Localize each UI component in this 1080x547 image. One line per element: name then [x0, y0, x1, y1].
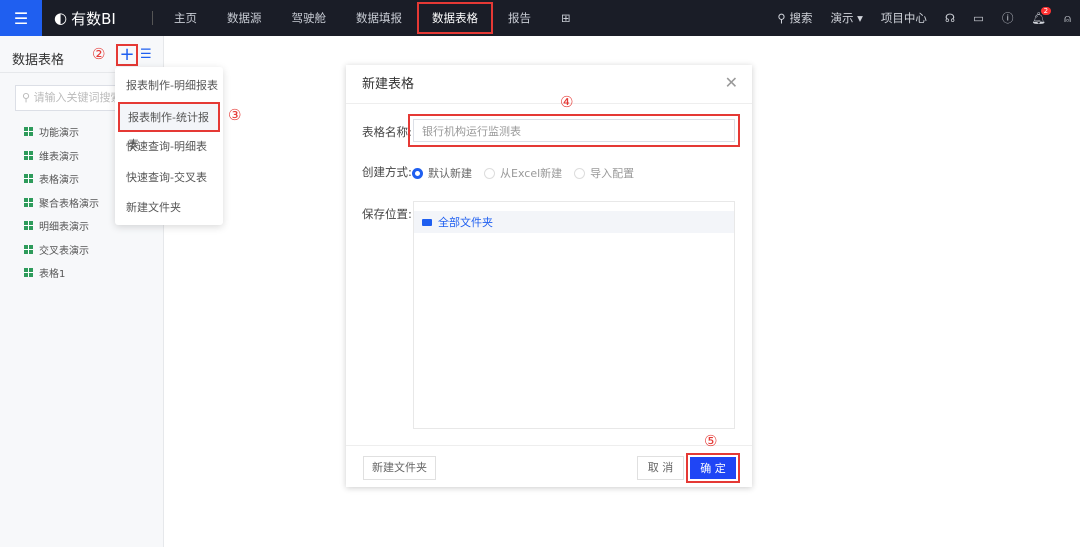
close-icon[interactable]: ✕	[725, 73, 738, 92]
menu-item-quick-cross[interactable]: 快速查询-交叉表	[115, 163, 223, 194]
dialog-title: 新建表格	[346, 65, 752, 104]
list-item[interactable]: 明细表演示	[24, 214, 99, 238]
list-item[interactable]: 交叉表演示	[24, 238, 99, 262]
notification-badge: 2	[1040, 7, 1052, 15]
workspace-label: 演示	[830, 11, 854, 25]
search-label: 搜索	[789, 11, 813, 25]
new-table-dialog: 新建表格 ✕ ④ 表格名称: 创建方式: 默认新建 从Excel新建 导入配置 …	[346, 65, 752, 487]
ok-button[interactable]: 确 定	[690, 457, 736, 479]
radio-circle	[412, 167, 423, 179]
add-button[interactable]: +	[116, 44, 138, 66]
radio-circle	[574, 167, 586, 179]
new-folder-button[interactable]: 新建文件夹	[363, 456, 436, 480]
help-icon[interactable]: ⓘ	[1002, 10, 1014, 26]
radio-circle	[484, 167, 495, 179]
table-icon	[24, 127, 33, 137]
menu-item-detail-report[interactable]: 报表制作-明细报表	[115, 71, 223, 102]
nav-data-table[interactable]: 数据表格	[417, 2, 493, 34]
table-list: 功能演示 维表演示 表格演示 聚合表格演示 明细表演示 交叉表演示 表格1	[24, 120, 99, 285]
tablet-icon[interactable]: ▭	[973, 11, 984, 25]
radio-label: 导入配置	[590, 167, 635, 180]
menu-item-quick-detail[interactable]: 快速查询-明细表	[115, 132, 223, 163]
annotation-5: ⑤	[704, 432, 718, 450]
item-label: 聚合表格演示	[39, 198, 99, 210]
item-label: 功能演示	[39, 128, 79, 140]
table-icon	[24, 221, 33, 231]
name-field-highlight	[408, 114, 740, 147]
logo-text: 有数BI	[71, 9, 116, 28]
folder-label: 全部文件夹	[438, 216, 493, 229]
nav-data-entry[interactable]: 数据填报	[341, 0, 417, 36]
list-item[interactable]: 维表演示	[24, 144, 99, 168]
list-item[interactable]: 表格1	[24, 261, 99, 285]
project-center-link[interactable]: 项目中心	[881, 10, 927, 26]
nav-home[interactable]: 主页	[159, 0, 212, 36]
radio-import[interactable]: 导入配置	[574, 165, 634, 181]
search-button[interactable]: ⚲ 搜索	[777, 10, 812, 26]
menu-item-stat-report[interactable]: 报表制作-统计报表	[118, 101, 220, 151]
list-item[interactable]: 功能演示	[24, 120, 99, 144]
annotation-2: ②	[92, 45, 106, 63]
table-icon	[24, 197, 33, 207]
nav-add-icon[interactable]: ⊞	[546, 0, 586, 36]
ok-highlight: 确 定	[686, 453, 740, 483]
radio-default[interactable]: 默认新建	[412, 165, 472, 181]
create-dropdown: 报表制作-明细报表 报表制作-统计报表 快速查询-明细表 快速查询-交叉表 新建…	[115, 67, 223, 225]
sidebar-title: 数据表格	[12, 53, 65, 68]
annotation-4: ④	[560, 93, 574, 111]
user-icon[interactable]: ⍝	[1064, 11, 1071, 26]
logo-icon: ◐	[54, 9, 68, 27]
cancel-button[interactable]: 取 消	[637, 456, 684, 480]
name-label: 表格名称:	[362, 125, 412, 139]
list-item[interactable]: 表格演示	[24, 167, 99, 191]
folder-tree: 全部文件夹	[413, 201, 735, 429]
radio-label: 从Excel新建	[500, 167, 563, 180]
sort-icon[interactable]: ☰	[140, 47, 152, 62]
bell-icon[interactable]: 🔔︎ 2	[1031, 7, 1052, 25]
folder-item[interactable]: 全部文件夹	[414, 211, 734, 233]
menu-icon[interactable]: ☰	[0, 0, 42, 36]
method-radio-group: 默认新建 从Excel新建 导入配置	[412, 165, 634, 181]
item-label: 表格演示	[39, 175, 79, 187]
main-nav: 主页 数据源 驾驶舱 数据填报 数据表格 报告 ⊞	[159, 0, 586, 36]
annotation-3: ③	[228, 106, 242, 124]
top-bar: ☰ ◐ 有数BI 主页 数据源 驾驶舱 数据填报 数据表格 报告 ⊞ ⚲ 搜索 演…	[0, 0, 1080, 36]
logo: ◐ 有数BI	[54, 8, 146, 29]
location-label: 保存位置:	[362, 207, 412, 221]
menu-item-new-folder[interactable]: 新建文件夹	[115, 193, 223, 224]
item-label: 交叉表演示	[39, 245, 89, 257]
item-label: 明细表演示	[39, 222, 89, 234]
table-icon	[24, 244, 33, 254]
item-label: 表格1	[39, 269, 66, 281]
divider	[346, 445, 752, 446]
folder-icon	[422, 218, 432, 226]
table-icon	[24, 174, 33, 184]
table-name-input[interactable]	[413, 119, 735, 142]
method-label: 创建方式:	[362, 165, 412, 179]
search-placeholder: 请输入关键词搜索	[33, 91, 122, 104]
item-label: 维表演示	[39, 151, 79, 163]
nav-report[interactable]: 报告	[493, 0, 546, 36]
divider	[152, 11, 153, 25]
table-icon	[24, 150, 33, 160]
workspace-select[interactable]: 演示 ▾	[830, 10, 862, 26]
headset-icon[interactable]: ☊	[945, 11, 955, 25]
radio-label: 默认新建	[428, 167, 472, 180]
list-item[interactable]: 聚合表格演示	[24, 191, 99, 215]
nav-cockpit[interactable]: 驾驶舱	[277, 0, 342, 36]
radio-excel[interactable]: 从Excel新建	[484, 165, 562, 181]
table-icon	[24, 268, 33, 278]
nav-datasource[interactable]: 数据源	[212, 0, 277, 36]
